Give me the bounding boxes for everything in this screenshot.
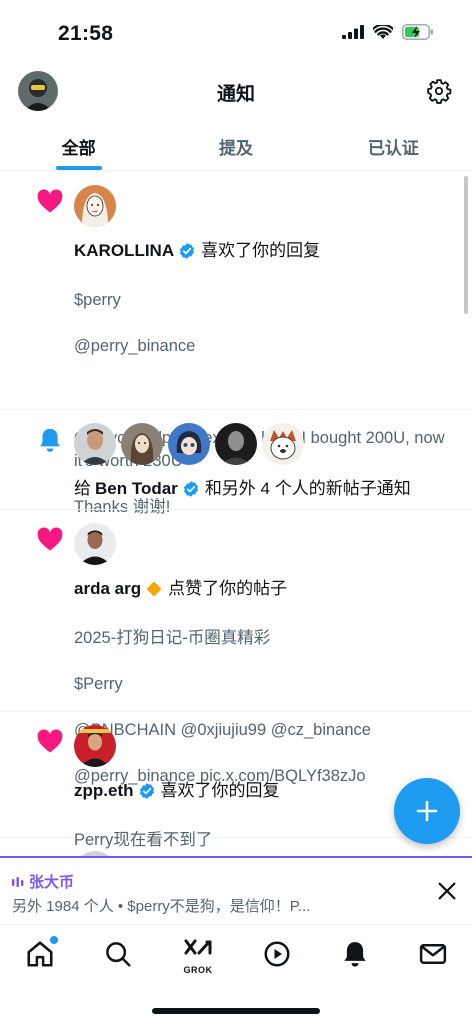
action-text: 点赞了你的帖子: [168, 579, 288, 598]
action-text: 喜欢了你的回复: [201, 241, 321, 260]
username[interactable]: KAROLLINA: [74, 239, 174, 262]
space-title: 张大币: [29, 874, 75, 891]
status-bar: 21:58: [0, 0, 472, 64]
body-line: [74, 381, 452, 404]
notification-item[interactable]: 给 Ben Todar 和另外 4 个人的新帖子通知: [0, 410, 472, 510]
status-time: 21:58: [58, 22, 114, 45]
battery-charging-icon: [402, 24, 433, 40]
unread-dot: [50, 936, 58, 944]
heart-icon: [37, 527, 63, 551]
grok-label: GROK: [183, 965, 213, 975]
prefix-text: 给: [74, 479, 91, 498]
space-title-row: 张大币: [12, 871, 74, 892]
username[interactable]: arda arg: [74, 577, 141, 600]
username[interactable]: Ben Todar: [95, 477, 178, 500]
scrollbar[interactable]: [464, 176, 468, 314]
nav-grok[interactable]: GROK: [181, 939, 215, 975]
space-dock[interactable]: 张大币 另外 1984 个人 • $perry不是狗，是信仰！P...: [0, 856, 472, 924]
avatar[interactable]: [74, 423, 116, 465]
tab-all[interactable]: 全部: [0, 120, 157, 170]
heart-icon: [37, 189, 63, 213]
notification-tabs: 全部 提及 已认证: [0, 120, 472, 171]
avatar[interactable]: [168, 423, 210, 465]
plus-icon: [416, 800, 438, 822]
avatar[interactable]: [74, 523, 116, 565]
body-line: 2025-打狗日记-币圈真精彩: [74, 629, 271, 647]
notification-headline: KAROLLINA 喜欢了你的回复: [74, 239, 452, 262]
notification-feed[interactable]: KAROLLINA 喜欢了你的回复 $perry @perry_binance …: [0, 172, 472, 856]
notification-item[interactable]: [0, 838, 472, 856]
page-title: 通知: [216, 84, 255, 105]
bell-icon: [344, 942, 366, 967]
space-subtitle: 另外 1984 个人 • $perry不是狗，是信仰！P...: [12, 898, 311, 915]
verified-badge-icon: [180, 242, 195, 259]
avatar[interactable]: [262, 423, 304, 465]
nav-notifications[interactable]: [340, 939, 370, 969]
tab-verified[interactable]: 已认证: [315, 120, 472, 170]
close-icon[interactable]: [436, 880, 458, 902]
username[interactable]: zpp.eth: [74, 779, 134, 802]
compose-button[interactable]: [394, 778, 460, 844]
avatar-row: [74, 423, 452, 467]
verified-badge-icon: [183, 480, 198, 497]
notification-item[interactable]: arda arg 点赞了你的帖子 2025-打狗日记-币圈真精彩 $Perry …: [0, 510, 472, 785]
avatar[interactable]: [121, 423, 163, 465]
avatar-row: [74, 185, 452, 229]
search-icon: [106, 942, 131, 967]
action-text: 和另外 4 个人的新帖子通知: [204, 479, 411, 498]
notification-headline: arda arg 点赞了你的帖子: [74, 577, 452, 600]
notification-item[interactable]: KAROLLINA 喜欢了你的回复 $perry @perry_binance …: [0, 172, 472, 516]
nav-home[interactable]: [25, 936, 58, 969]
bell-icon: [40, 428, 60, 452]
notification-headline: 给 Ben Todar 和另外 4 个人的新帖子通知: [74, 477, 452, 500]
mail-icon: [419, 944, 447, 964]
home-indicator: [152, 1008, 320, 1014]
settings-gear-icon[interactable]: [426, 78, 452, 104]
nav-messages[interactable]: [418, 939, 448, 969]
avatar[interactable]: [74, 185, 116, 227]
avatar-row: [74, 725, 452, 769]
avatar-row: [74, 523, 452, 567]
body-line: $perry: [74, 291, 121, 309]
play-circle-icon: [264, 941, 290, 967]
cellular-signal-icon: [342, 25, 364, 39]
home-icon: [27, 941, 53, 967]
avatar[interactable]: [215, 423, 257, 465]
heart-icon: [37, 729, 63, 753]
grok-icon: [184, 939, 212, 955]
audio-bars-icon: [12, 876, 24, 887]
nav-explore[interactable]: [103, 939, 133, 969]
body-line[interactable]: @perry_binance: [74, 335, 452, 358]
diamond-badge-icon: [146, 581, 162, 596]
status-icons: [342, 24, 434, 40]
wifi-icon: [373, 24, 393, 39]
bottom-nav: GROK: [0, 924, 472, 984]
tab-mentions[interactable]: 提及: [157, 120, 314, 170]
avatar[interactable]: [74, 725, 116, 767]
action-text: 喜欢了你的回复: [160, 781, 280, 800]
nav-video[interactable]: [262, 939, 292, 969]
verified-badge-icon: [139, 782, 154, 799]
body-line: $Perry: [74, 675, 123, 693]
header: 通知: [0, 64, 472, 120]
